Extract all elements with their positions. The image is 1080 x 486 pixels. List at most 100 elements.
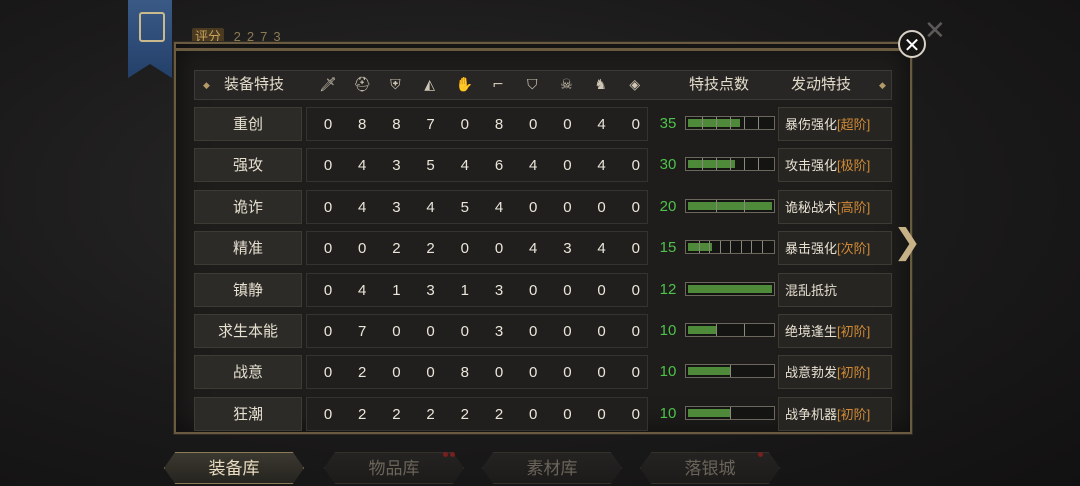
skill-name: 精准 <box>194 231 302 266</box>
slot-value: 0 <box>323 364 333 382</box>
tab-city-dot <box>758 452 763 457</box>
slot-value: 2 <box>392 405 401 423</box>
slot-value: 4 <box>597 240 606 258</box>
equipment-slot-values: 0 0 2 2 0 0 4 3 4 0 <box>306 231 648 266</box>
skill-points: 35 <box>659 115 677 132</box>
slot-value: 0 <box>529 198 538 216</box>
background-close-icon: ✕ <box>924 16 946 46</box>
slot-value: 3 <box>494 281 504 299</box>
slot-value: 0 <box>597 405 606 423</box>
bottom-tab-bar: 装备库 物品库 素材库 落银城 <box>160 448 800 486</box>
slot-value: 2 <box>426 240 435 258</box>
header-points: 特技点数 <box>688 76 749 93</box>
skill-tier: [次阶] <box>837 241 871 257</box>
slot-value: 0 <box>563 281 572 299</box>
slot-value: 4 <box>358 281 367 299</box>
chest-armor-icon: ⛨ <box>390 77 401 93</box>
slot-value: 4 <box>529 157 538 175</box>
slot-value: 0 <box>323 157 333 175</box>
progress-segment-divider <box>716 158 717 171</box>
amulet-icon: ◈ <box>629 77 641 93</box>
tab-materials[interactable]: 素材库 <box>482 452 622 484</box>
guild-banner <box>128 0 172 78</box>
skill-row[interactable]: 镇静 0 4 1 3 1 3 0 0 0 0 12 混乱抵抗 <box>194 272 892 307</box>
shield-emblem-icon <box>139 12 165 42</box>
skill-row[interactable]: 求生本能 0 7 0 0 0 3 0 0 0 0 10 绝境逢生[初阶] <box>194 314 892 348</box>
equipment-slot-values: 0 4 1 3 1 3 0 0 0 0 <box>306 272 648 307</box>
slot-value: 4 <box>597 157 606 175</box>
slot-value: 0 <box>323 198 333 216</box>
progress-segment-divider <box>716 324 717 336</box>
skill-name: 狂潮 <box>194 396 302 431</box>
skill-tier: [初阶] <box>837 406 871 422</box>
slot-value: 7 <box>426 116 435 133</box>
progress-segment-divider <box>698 241 700 254</box>
progress-segment-divider <box>730 365 731 378</box>
slot-value: 8 <box>392 116 401 133</box>
skill-points: 12 <box>659 280 677 298</box>
notification-dot <box>443 452 448 457</box>
slot-value: 0 <box>529 281 538 299</box>
slot-value: 3 <box>494 323 504 340</box>
progress-fill <box>688 243 712 252</box>
slot-value: 0 <box>529 405 538 423</box>
slot-value: 4 <box>358 198 367 216</box>
tab-items[interactable]: 物品库 <box>324 452 464 484</box>
skill-points: 20 <box>659 197 677 215</box>
next-page-arrow-icon[interactable]: ❯ <box>893 222 922 262</box>
skill-row[interactable]: 狂潮 0 2 2 2 2 2 0 0 0 0 10 战争机器[初阶] <box>194 396 892 431</box>
slot-value: 0 <box>597 364 606 382</box>
progress-fill <box>688 408 730 417</box>
skill-name: 诡诈 <box>194 189 302 224</box>
slot-value: 0 <box>529 323 538 340</box>
activated-skill: 诡秘战术[高阶] <box>778 189 892 224</box>
slot-value: 2 <box>494 405 504 423</box>
equipment-slot-values: 0 4 3 4 5 4 0 0 0 0 <box>306 189 648 224</box>
activated-skill: 暴击强化[次阶] <box>778 231 892 266</box>
table-header: ◆ 装备特技 🗡 ⛑ ⛨ ◭ ✋ ⌐ ⛉ ☠ ♞ ◈ 特技点数 发动特技 ◆ <box>194 70 892 100</box>
slot-value: 0 <box>563 405 572 423</box>
slot-value: 0 <box>529 116 538 133</box>
slot-value: 2 <box>460 405 469 423</box>
slot-value: 0 <box>460 240 469 258</box>
slot-value: 7 <box>358 323 367 340</box>
progress-fill <box>688 326 716 334</box>
skill-tier: [超阶] <box>837 117 871 132</box>
slot-value: 2 <box>358 364 367 382</box>
progress-segment-divider <box>702 117 703 129</box>
equipment-slot-values: 0 8 8 7 0 8 0 0 4 0 <box>306 107 648 141</box>
skill-row[interactable]: 重创 0 8 8 7 0 8 0 0 4 0 35 暴伤强化[超阶] <box>194 107 892 141</box>
slot-value: 0 <box>631 116 640 133</box>
close-button[interactable]: ✕ <box>898 30 926 58</box>
skill-row[interactable]: 强攻 0 4 3 5 4 6 4 0 4 0 30 攻击强化[极阶] <box>194 148 892 183</box>
skill-progress-bar <box>685 323 775 337</box>
slot-value: 0 <box>392 364 401 382</box>
header-skill: 装备特技 <box>223 76 284 93</box>
skill-points: 10 <box>659 404 677 422</box>
skill-tier: [初阶] <box>837 324 871 339</box>
skill-row[interactable]: 诡诈 0 4 3 4 5 4 0 0 0 0 20 诡秘战术[高阶] <box>194 189 892 224</box>
skill-row[interactable]: 精准 0 0 2 2 0 0 4 3 4 0 15 暴击强化[次阶] <box>194 231 892 266</box>
progress-segment-divider <box>730 406 731 419</box>
progress-segment-divider <box>730 117 731 129</box>
skill-name: 战意 <box>194 355 302 390</box>
activated-skill: 攻击强化[极阶] <box>778 148 892 183</box>
slot-value: 4 <box>426 198 435 216</box>
activated-skill: 绝境逢生[初阶] <box>778 314 892 348</box>
skill-row[interactable]: 战意 0 2 0 0 8 0 0 0 0 0 10 战意勃发[初阶] <box>194 355 892 390</box>
slot-value: 3 <box>392 157 401 175</box>
progress-segment-divider <box>716 117 717 129</box>
slot-value: 0 <box>563 323 572 340</box>
slot-value: 0 <box>392 323 401 340</box>
slot-value: 0 <box>323 240 333 258</box>
tab-equipment[interactable]: 装备库 <box>164 452 304 484</box>
slot-value: 3 <box>563 240 572 258</box>
shoulder-icon: ◭ <box>424 77 435 93</box>
slot-value: 4 <box>529 240 538 258</box>
slot-value: 0 <box>597 323 606 340</box>
slot-value: 3 <box>426 281 435 299</box>
progress-segment-divider <box>751 241 752 254</box>
slot-value: 1 <box>460 281 469 299</box>
equipment-slot-values: 0 7 0 0 0 3 0 0 0 0 <box>306 314 648 348</box>
slot-value: 0 <box>631 198 640 216</box>
